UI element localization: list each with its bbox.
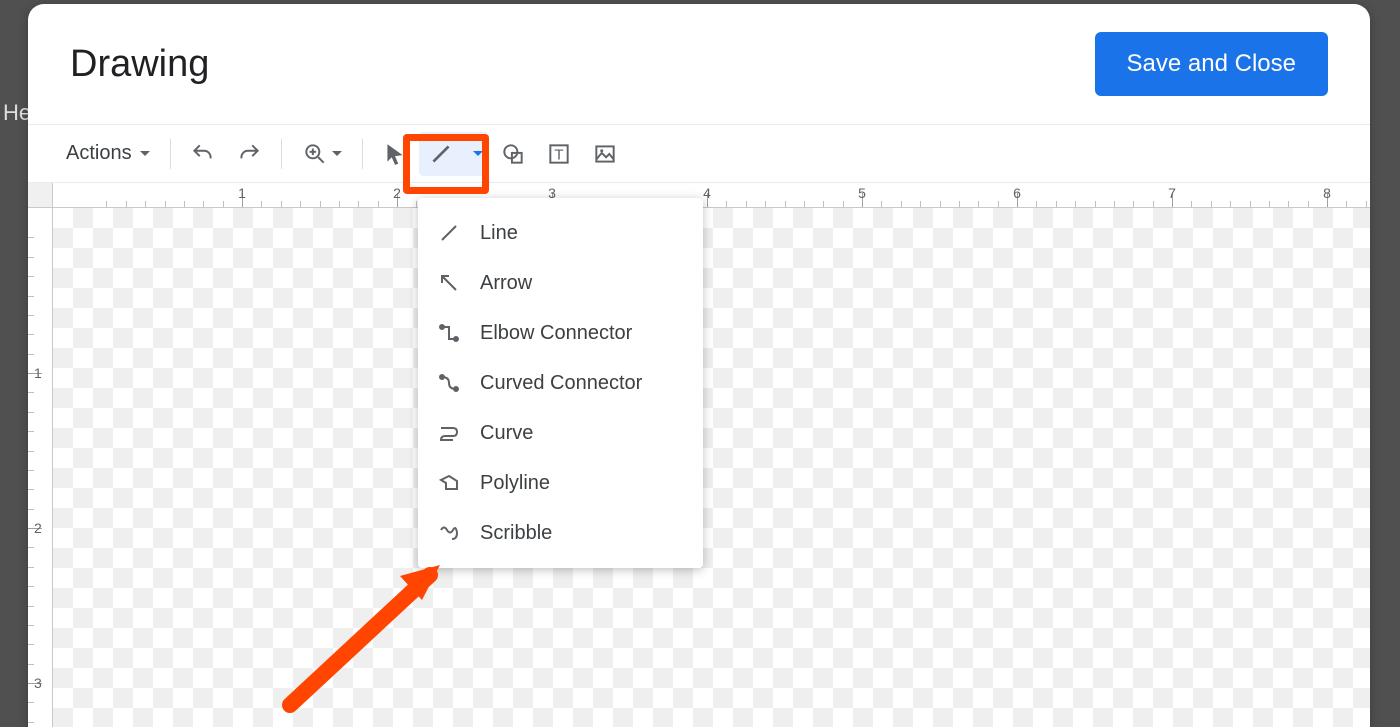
- image-button[interactable]: [583, 132, 627, 176]
- menu-item-scribble[interactable]: Scribble: [418, 508, 703, 558]
- separator: [281, 139, 282, 169]
- menu-item-label: Curved Connector: [480, 372, 642, 395]
- separator: [170, 139, 171, 169]
- vertical-ruler: 1 2 3: [28, 208, 53, 727]
- actions-label: Actions: [66, 142, 132, 165]
- line-tool-dropdown: Line Arrow Elbow Connector Curved Connec…: [418, 198, 703, 568]
- select-tool-button[interactable]: [373, 132, 417, 176]
- ruler-h-label: 7: [1168, 185, 1176, 201]
- ruler-h-label: 2: [393, 185, 401, 201]
- save-and-close-button[interactable]: Save and Close: [1095, 32, 1328, 96]
- ruler-h-label: 1: [238, 185, 246, 201]
- drawing-canvas[interactable]: [53, 208, 1370, 727]
- redo-button[interactable]: [227, 132, 271, 176]
- polyline-icon: [436, 470, 462, 496]
- ruler-v-label: 3: [34, 675, 42, 691]
- horizontal-ruler: 12345678: [53, 183, 1370, 208]
- menu-item-label: Scribble: [480, 522, 552, 545]
- line-tool-button[interactable]: [419, 132, 463, 176]
- elbow-connector-icon: [436, 320, 462, 346]
- scribble-icon: [436, 520, 462, 546]
- separator: [362, 139, 363, 169]
- menu-item-label: Elbow Connector: [480, 322, 632, 345]
- shape-tool-button[interactable]: [491, 132, 535, 176]
- menu-item-label: Curve: [480, 422, 533, 445]
- curved-connector-icon: [436, 370, 462, 396]
- ruler-v-label: 1: [34, 365, 42, 381]
- caret-down-icon: [332, 151, 342, 156]
- toolbar: Actions: [28, 125, 1370, 183]
- host-fragment-heading: He: [3, 100, 31, 126]
- menu-item-curve[interactable]: Curve: [418, 408, 703, 458]
- menu-item-arrow[interactable]: Arrow: [418, 258, 703, 308]
- line-tool-dropdown-button[interactable]: [463, 132, 489, 176]
- ruler-h-label: 4: [703, 185, 711, 201]
- menu-item-elbow-connector[interactable]: Elbow Connector: [418, 308, 703, 358]
- arrow-icon: [436, 270, 462, 296]
- menu-item-label: Polyline: [480, 472, 550, 495]
- line-icon: [436, 220, 462, 246]
- ruler-h-label: 6: [1013, 185, 1021, 201]
- menu-item-label: Line: [480, 222, 518, 245]
- ruler-h-label: 5: [858, 185, 866, 201]
- curve-icon: [436, 420, 462, 446]
- dialog-header: Drawing Save and Close: [28, 4, 1370, 125]
- menu-item-label: Arrow: [480, 272, 532, 295]
- caret-down-icon: [140, 151, 150, 156]
- ruler-h-label: 8: [1323, 185, 1331, 201]
- text-box-button[interactable]: T: [537, 132, 581, 176]
- ruler-corner: [28, 183, 53, 208]
- dialog-title: Drawing: [70, 43, 209, 86]
- menu-item-curved-connector[interactable]: Curved Connector: [418, 358, 703, 408]
- actions-menu-button[interactable]: Actions: [56, 132, 160, 176]
- ruler-v-label: 2: [34, 520, 42, 536]
- menu-item-polyline[interactable]: Polyline: [418, 458, 703, 508]
- caret-down-icon: [473, 151, 483, 156]
- svg-text:T: T: [554, 146, 563, 163]
- line-tool-split-button[interactable]: [419, 132, 489, 176]
- zoom-button[interactable]: [292, 132, 352, 176]
- undo-button[interactable]: [181, 132, 225, 176]
- menu-item-line[interactable]: Line: [418, 208, 703, 258]
